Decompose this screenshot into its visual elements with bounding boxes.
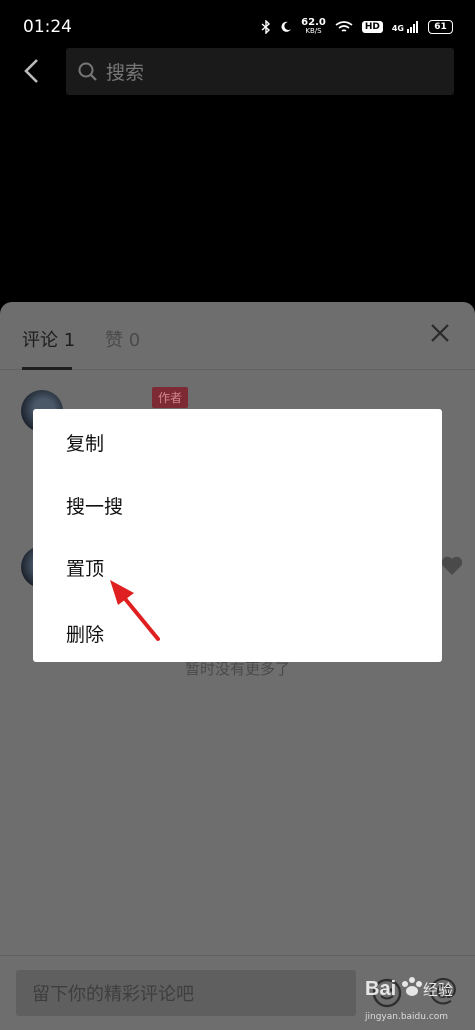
author-badge: 作者 bbox=[152, 387, 189, 408]
top-bar: 搜索 bbox=[0, 46, 475, 96]
baidu-logo-icon: Bai 经验 bbox=[365, 977, 453, 1000]
network-speed: 62.0 KB/S bbox=[301, 17, 326, 36]
hd-badge: HD bbox=[361, 21, 383, 33]
menu-item-copy[interactable]: 复制 bbox=[66, 429, 104, 456]
svg-text:Bai: Bai bbox=[365, 978, 396, 1000]
back-arrow-icon bbox=[24, 59, 38, 83]
battery-icon: 61 bbox=[428, 20, 453, 34]
close-button[interactable] bbox=[429, 322, 451, 344]
tab-active-indicator bbox=[22, 367, 72, 370]
moon-icon bbox=[281, 21, 292, 32]
search-icon bbox=[78, 62, 97, 81]
back-button[interactable] bbox=[18, 56, 46, 86]
bluetooth-icon bbox=[261, 20, 271, 34]
watermark: Bai 经验 jingyan.baidu.com bbox=[365, 968, 465, 1022]
watermark-url: jingyan.baidu.com bbox=[365, 1012, 449, 1022]
wifi-icon bbox=[335, 20, 353, 32]
comment-placeholder: 留下你的精彩评论吧 bbox=[32, 984, 194, 1005]
search-placeholder: 搜索 bbox=[106, 62, 145, 84]
svg-text:经验: 经验 bbox=[423, 981, 453, 999]
close-icon bbox=[431, 324, 449, 342]
signal-indicator: 4G bbox=[392, 21, 419, 33]
signal-icon bbox=[407, 21, 418, 33]
comment-input[interactable]: 留下你的精彩评论吧 bbox=[16, 970, 356, 1016]
search-input[interactable]: 搜索 bbox=[66, 48, 454, 95]
menu-item-search[interactable]: 搜一搜 bbox=[66, 492, 123, 519]
tab-comments[interactable]: 评论 1 bbox=[22, 326, 75, 352]
heart-icon bbox=[441, 556, 463, 575]
menu-item-delete[interactable]: 删除 bbox=[66, 620, 104, 647]
annotation-arrow-icon bbox=[110, 580, 160, 641]
context-menu: 复制 搜一搜 置顶 删除 bbox=[33, 409, 442, 662]
tab-bar: 评论 1 赞 0 bbox=[0, 302, 475, 370]
status-icons: 62.0 KB/S HD 4G 61 bbox=[261, 18, 453, 36]
status-time: 01:24 bbox=[23, 17, 72, 37]
like-button[interactable] bbox=[440, 555, 464, 577]
menu-item-pin-top[interactable]: 置顶 bbox=[66, 554, 104, 581]
tab-likes[interactable]: 赞 0 bbox=[105, 326, 140, 352]
